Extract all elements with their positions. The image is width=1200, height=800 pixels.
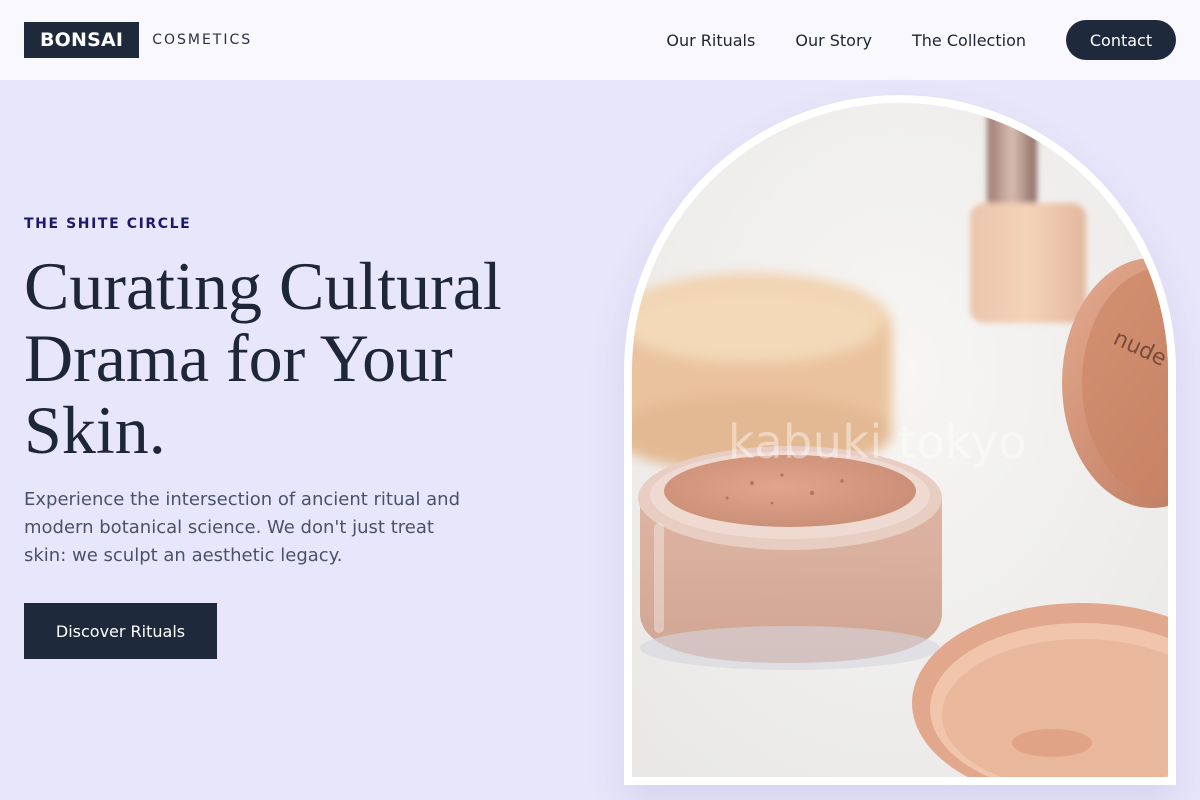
image-watermark: kabuki tokyo <box>728 415 1027 469</box>
main-nav: Our Rituals Our Story The Collection Con… <box>666 20 1176 60</box>
headline-line-1: Curating Cultural <box>24 248 502 324</box>
nav-link-our-rituals[interactable]: Our Rituals <box>666 31 755 50</box>
brand-logo[interactable]: BONSAI COSMETICS <box>24 22 252 58</box>
headline-line-3: Skin. <box>24 392 166 468</box>
discover-rituals-button[interactable]: Discover Rituals <box>24 603 217 659</box>
hero-description: Experience the intersection of ancient r… <box>24 489 461 566</box>
product-photo: nude kabuki tokyo <box>632 103 1168 777</box>
nav-link-the-collection[interactable]: The Collection <box>912 31 1026 50</box>
nav-link-our-story[interactable]: Our Story <box>795 31 872 50</box>
brand-name: BONSAI <box>24 22 140 58</box>
hero-section: THE SHITE CIRCLE Curating Cultural Drama… <box>24 216 584 659</box>
hero-eyebrow: THE SHITE CIRCLE <box>24 216 192 232</box>
hero-headline: Curating Cultural Drama for Your Skin. <box>24 250 584 466</box>
hero-image-frame: nude kabuki tokyo <box>624 95 1176 785</box>
headline-line-2: Drama for Your <box>24 320 453 396</box>
brand-subtitle: COSMETICS <box>152 32 253 48</box>
contact-button[interactable]: Contact <box>1066 20 1176 60</box>
site-header: BONSAI COSMETICS Our Rituals Our Story T… <box>0 0 1200 80</box>
